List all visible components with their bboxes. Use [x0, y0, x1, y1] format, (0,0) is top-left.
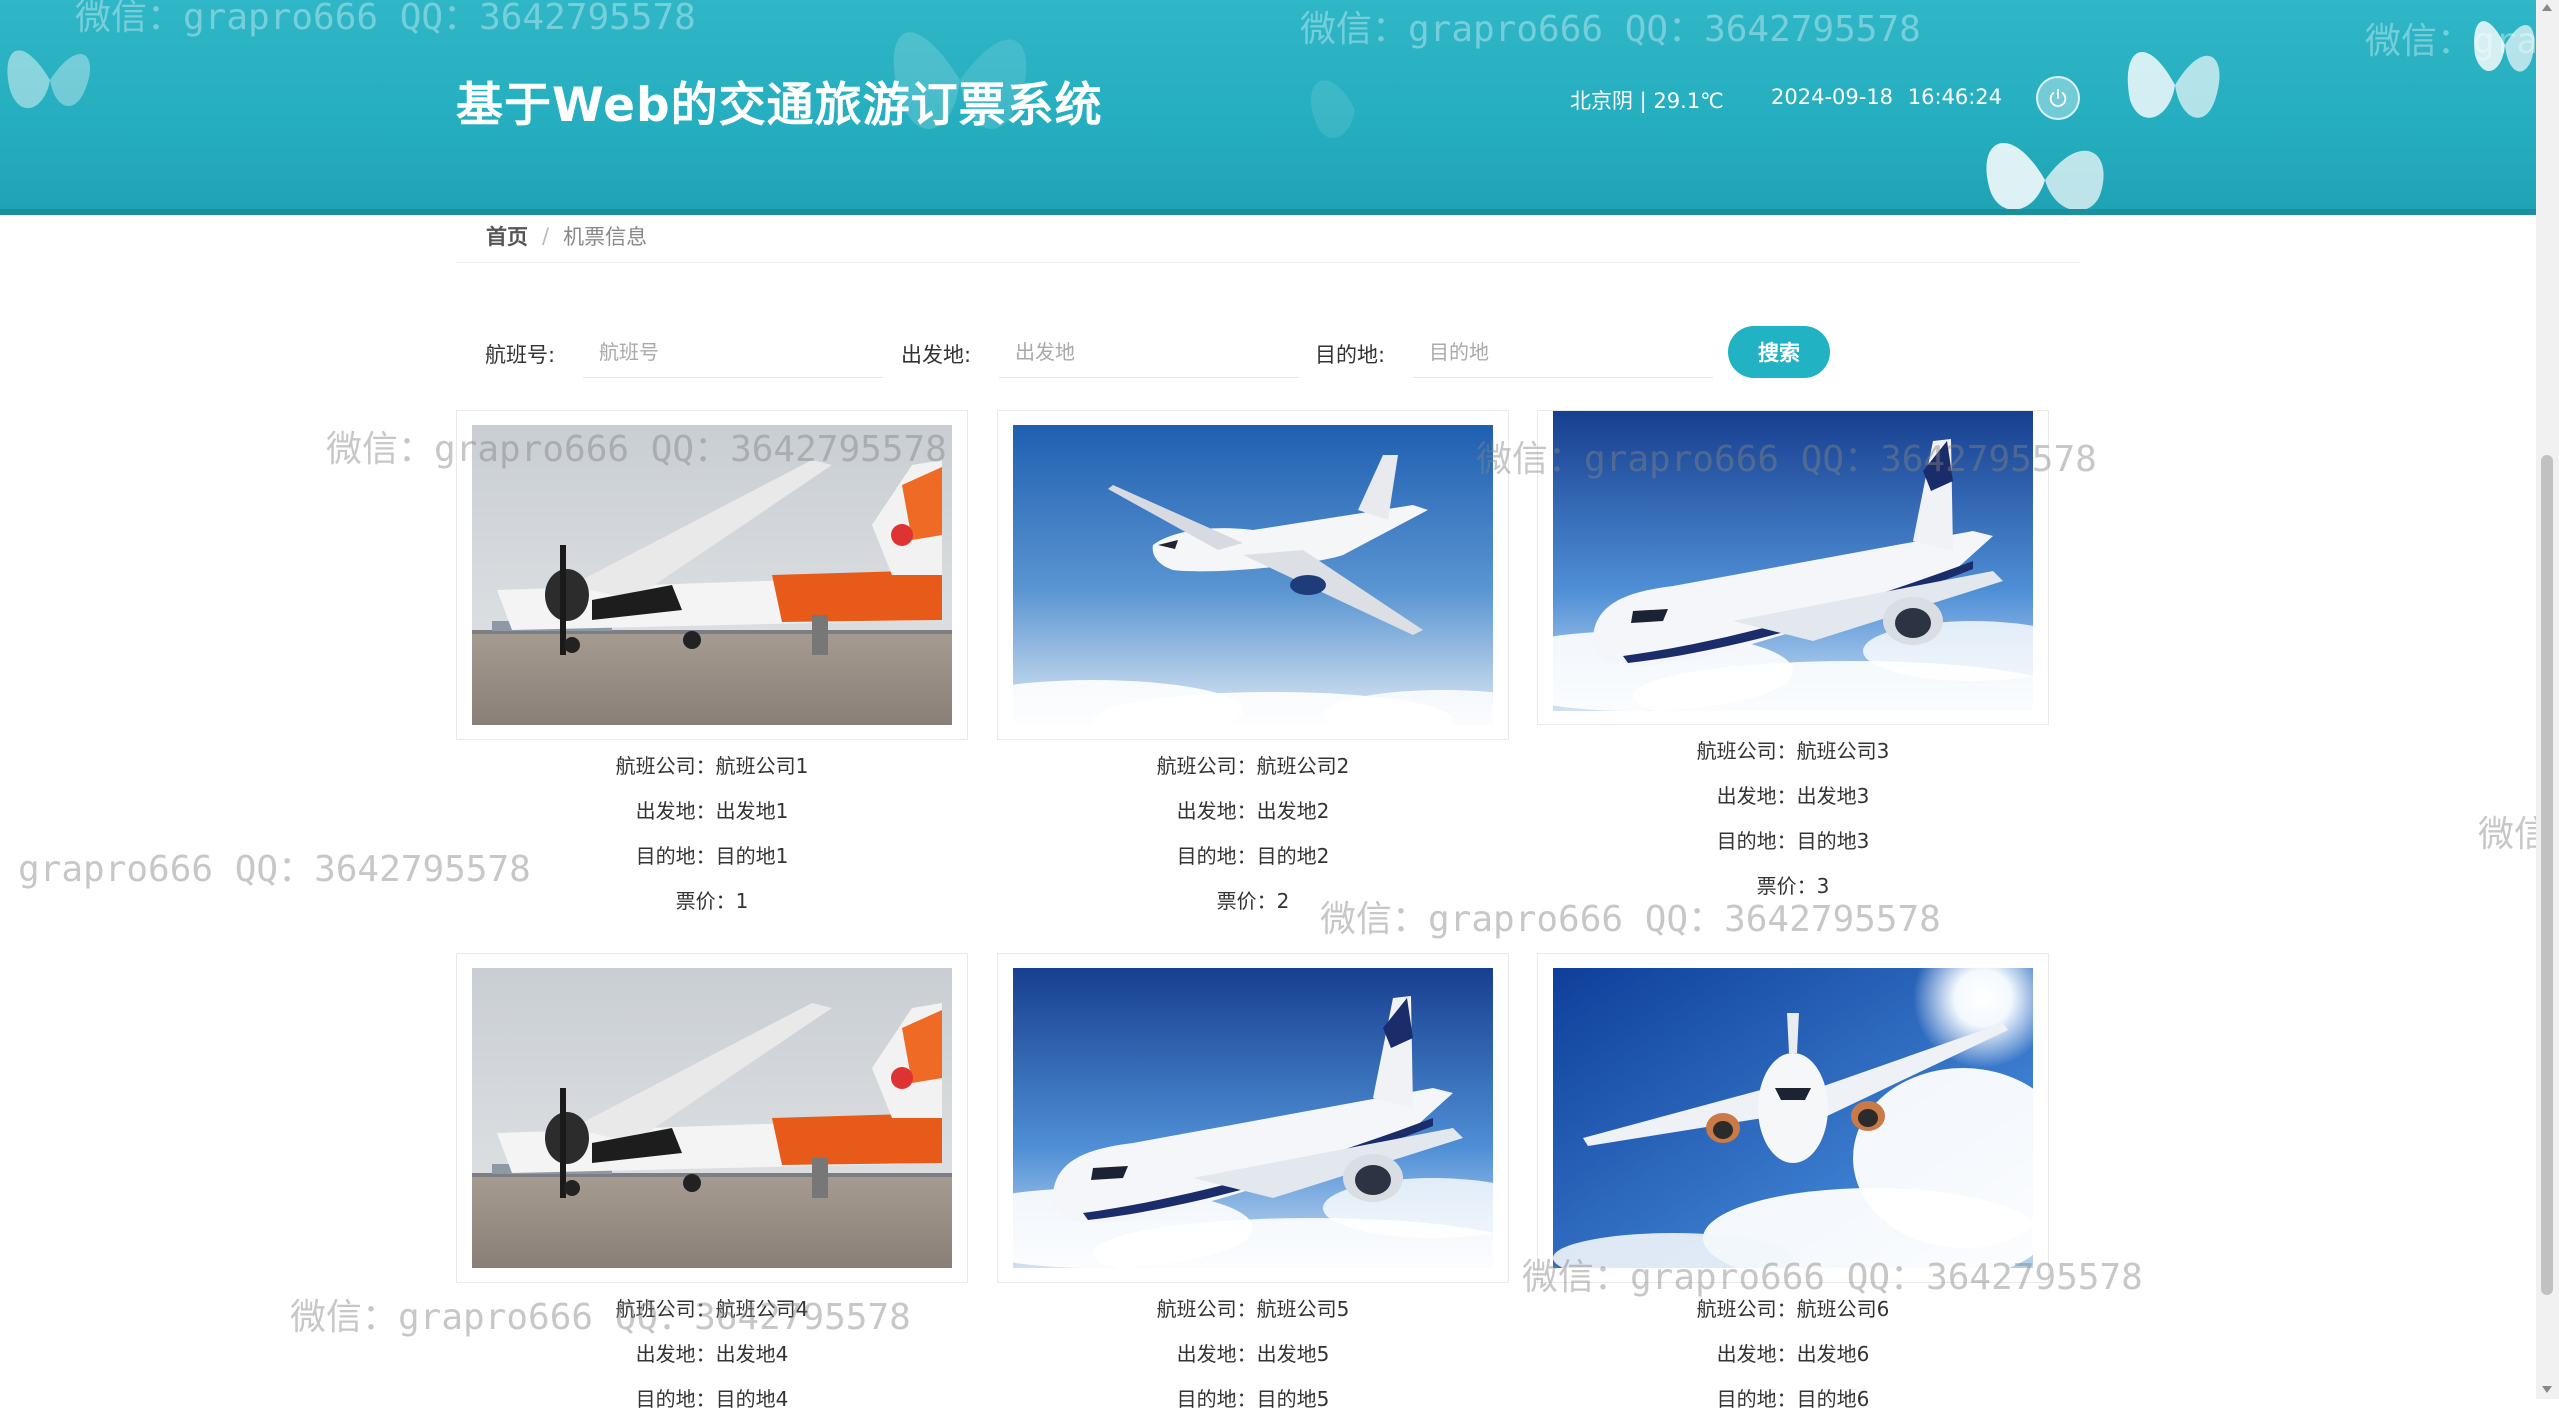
jet-plane-closeup-photo [1013, 968, 1493, 1268]
site-title: 基于Web的交通旅游订票系统 [456, 78, 1103, 133]
site-header: 基于Web的交通旅游订票系统 北京阴 | 29.1℃ 2024-09-18 16… [0, 0, 2536, 215]
flight-card[interactable]: 航班公司：航班公司1 出发地：出发地1 目的地：目的地1 票价：1 [456, 410, 968, 924]
jet-plane-closeup-photo [1553, 411, 2033, 711]
flight-no-input[interactable] [583, 326, 883, 378]
butterfly-decoration [2127, 52, 2220, 118]
flight-card-image[interactable] [997, 410, 1509, 740]
origin-label: 出发地: [901, 343, 972, 367]
breadcrumb-home[interactable]: 首页 [486, 221, 528, 251]
flight-card[interactable]: 航班公司：航班公司6 出发地：出发地6 目的地：目的地6 [1537, 953, 2049, 1422]
origin-text: 出发地：出发地2 [1176, 799, 1330, 823]
butterfly-decoration [7, 50, 91, 109]
watermark: 微信：grapro666 QQ：3642795578 [0, 849, 531, 890]
flight-card-image[interactable] [1537, 953, 2049, 1283]
flight-card[interactable]: 航班公司：航班公司5 出发地：出发地5 目的地：目的地5 [997, 953, 1509, 1422]
destination-input[interactable] [1413, 326, 1713, 378]
destination-text: 目的地：目的地2 [1176, 844, 1330, 868]
origin-text: 出发地：出发地1 [635, 799, 789, 823]
propeller-plane-photo [472, 425, 952, 725]
breadcrumb-current: 机票信息 [563, 225, 648, 249]
destination-text: 目的地：目的地5 [1176, 1387, 1330, 1411]
origin-input[interactable] [999, 326, 1299, 378]
origin-text: 出发地：出发地3 [1716, 784, 1870, 808]
flight-card-info: 航班公司：航班公司4 出发地：出发地4 目的地：目的地4 [456, 1287, 968, 1422]
destination-text: 目的地：目的地3 [1716, 829, 1870, 853]
origin-text: 出发地：出发地5 [1176, 1342, 1330, 1366]
vertical-scrollbar[interactable] [2536, 0, 2559, 1399]
price-text: 票价：1 [675, 889, 749, 913]
power-icon [2049, 88, 2067, 107]
flight-card-grid: 航班公司：航班公司1 出发地：出发地1 目的地：目的地1 票价：1 航班公司：航… [456, 410, 2056, 1411]
breadcrumb-separator: / [542, 224, 550, 248]
flight-card[interactable]: 航班公司：航班公司4 出发地：出发地4 目的地：目的地4 [456, 953, 968, 1422]
price-text: 票价：2 [1216, 889, 1290, 913]
airline-text: 航班公司：航班公司2 [1156, 754, 1350, 778]
jet-plane-front-photo [1553, 968, 2033, 1268]
weather-text: 北京阴 | 29.1℃ [1570, 89, 1724, 113]
price-text: 票价：3 [1756, 874, 1830, 898]
flight-card-info: 航班公司：航班公司3 出发地：出发地3 目的地：目的地3 票价：3 [1537, 729, 2049, 909]
airline-text: 航班公司：航班公司1 [615, 754, 809, 778]
search-button[interactable]: 搜索 [1728, 326, 1830, 378]
breadcrumb: 首页 / 机票信息 [456, 210, 2080, 263]
airline-text: 航班公司：航班公司5 [1156, 1297, 1350, 1321]
scroll-down-arrow-icon[interactable] [2542, 1386, 2552, 1393]
butterfly-decoration [1986, 143, 2104, 209]
flight-card-info: 航班公司：航班公司5 出发地：出发地5 目的地：目的地5 [997, 1287, 1509, 1422]
flight-card-info: 航班公司：航班公司1 出发地：出发地1 目的地：目的地1 票价：1 [456, 744, 968, 924]
flight-no-label: 航班号: [485, 343, 556, 367]
logout-button[interactable] [2036, 76, 2080, 120]
origin-text: 出发地：出发地6 [1716, 1342, 1870, 1366]
destination-label: 目的地: [1315, 343, 1386, 367]
flight-card-info: 航班公司：航班公司6 出发地：出发地6 目的地：目的地6 [1537, 1287, 2049, 1422]
airline-text: 航班公司：航班公司3 [1696, 739, 1890, 763]
destination-text: 目的地：目的地1 [635, 844, 789, 868]
watermark: 微信：grapro666 QQ：3642795578 [1300, 9, 1921, 50]
airline-text: 航班公司：航班公司4 [615, 1297, 809, 1321]
scroll-up-arrow-icon[interactable] [2542, 4, 2552, 11]
scrollbar-thumb[interactable] [2541, 455, 2553, 1295]
airline-text: 航班公司：航班公司6 [1696, 1297, 1890, 1321]
flight-card-info: 航班公司：航班公司2 出发地：出发地2 目的地：目的地2 票价：2 [997, 744, 1509, 924]
butterfly-decoration [1310, 80, 1355, 139]
destination-text: 目的地：目的地4 [635, 1387, 789, 1411]
flight-card[interactable]: 航班公司：航班公司3 出发地：出发地3 目的地：目的地3 票价：3 [1537, 410, 2049, 909]
watermark: 微信：grapro666 QQ：3642795578 [75, 0, 696, 38]
flight-card[interactable]: 航班公司：航班公司2 出发地：出发地2 目的地：目的地2 票价：2 [997, 410, 1509, 924]
flight-card-image[interactable] [997, 953, 1509, 1283]
propeller-plane-photo [472, 968, 952, 1268]
butterfly-decoration [2474, 21, 2535, 72]
jet-plane-photo [1013, 425, 1493, 725]
flight-card-image[interactable] [456, 953, 968, 1283]
flight-card-image[interactable] [1537, 410, 2049, 725]
origin-text: 出发地：出发地4 [635, 1342, 789, 1366]
datetime-text: 2024-09-18 16:46:24 [1771, 85, 2003, 109]
flight-card-image[interactable] [456, 410, 968, 740]
destination-text: 目的地：目的地6 [1716, 1387, 1870, 1411]
